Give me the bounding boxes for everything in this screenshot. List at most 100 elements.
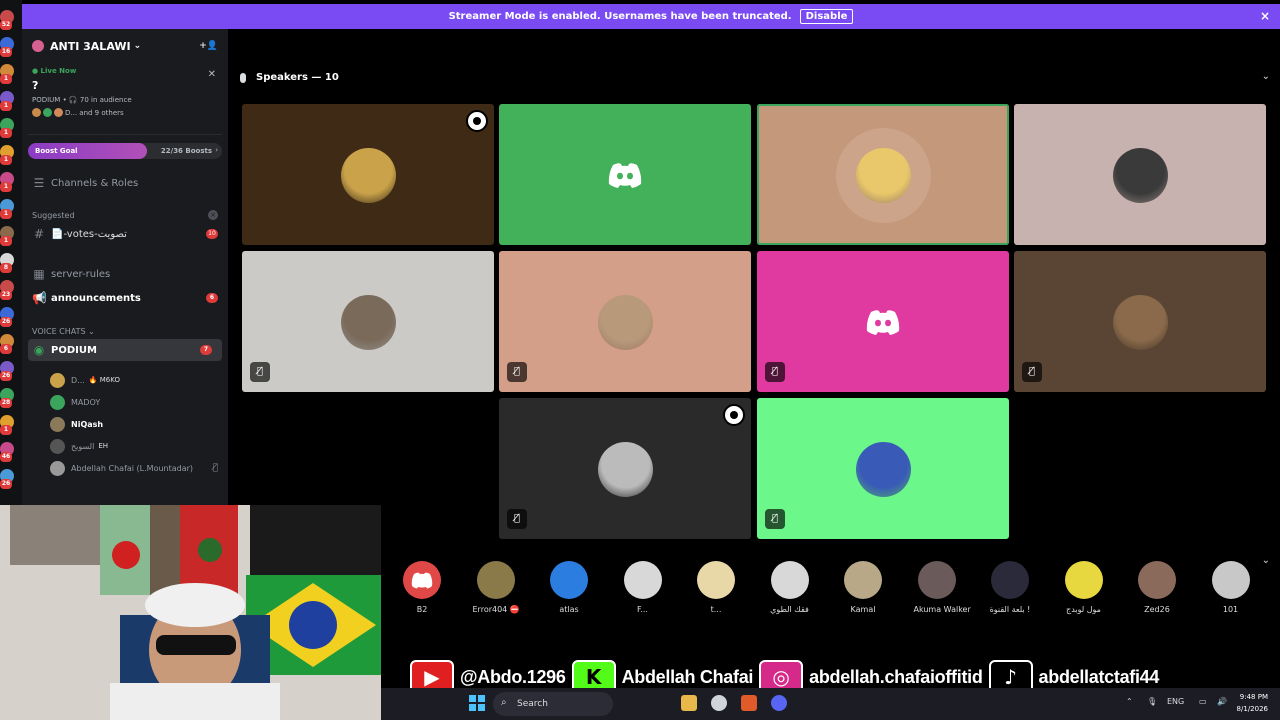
- voice-user-name: Abdellah Chafai (L.Mountadar): [71, 463, 194, 473]
- live-now-card[interactable]: ● Live Now ? PODIUM • 🎧 70 in audience D…: [28, 63, 222, 135]
- speaker-tile[interactable]: 🎙̸: [499, 398, 751, 539]
- audience-member[interactable]: Zed26: [1134, 561, 1180, 614]
- discord-taskbar-icon[interactable]: [771, 695, 787, 711]
- unread-badge: 1: [0, 425, 12, 435]
- speaker-tile[interactable]: [242, 104, 494, 245]
- audience-member[interactable]: B2: [399, 561, 445, 614]
- boost-count: 22/36 Boosts: [160, 147, 212, 155]
- avatar: [598, 441, 653, 497]
- voice-user-name: D...: [71, 375, 85, 385]
- volume-icon[interactable]: 🔊: [1217, 697, 1227, 706]
- disable-button[interactable]: Disable: [799, 9, 854, 24]
- audience-name: t...: [710, 605, 722, 614]
- unread-badge: 46: [0, 452, 12, 462]
- streamer-mode-banner: Streamer Mode is enabled. Usernames have…: [22, 4, 1280, 29]
- voice-chats-header[interactable]: VOICE CHATS ⌄: [22, 323, 228, 339]
- voice-user-tag: EH: [98, 442, 109, 450]
- avatar: [50, 416, 65, 432]
- voice-user[interactable]: D... 🔥 M6KO: [22, 369, 228, 391]
- chevron-down-icon[interactable]: ⌄: [1262, 555, 1270, 566]
- voice-user[interactable]: MADOY: [22, 391, 228, 413]
- server-icon: [32, 40, 44, 52]
- channel-server-rules[interactable]: ▦ server-rules: [22, 263, 228, 285]
- voice-user[interactable]: السويح EH: [22, 435, 228, 457]
- muted-icon: 🎙̸: [765, 362, 785, 382]
- system-clock[interactable]: 9:48 PM 8/1/2026: [1237, 691, 1268, 715]
- audience-member[interactable]: atlas: [546, 561, 592, 614]
- moderator-icon: [466, 110, 488, 132]
- server-header[interactable]: ANTI 3ALAWI ⌄ +👤: [22, 29, 228, 63]
- channel-votes[interactable]: # 📄-votes-تصويت 10: [22, 223, 228, 245]
- speaker-tile[interactable]: 🎙̸: [757, 398, 1009, 539]
- audience-name: Zed26: [1144, 605, 1170, 614]
- search-label: Search: [517, 699, 548, 709]
- avatar: [991, 561, 1029, 599]
- clock-time: 9:48 PM: [1239, 693, 1268, 701]
- speaker-tile[interactable]: 🎙̸: [1014, 251, 1266, 392]
- chevron-down-icon[interactable]: ⌄: [1262, 71, 1270, 82]
- add-member-icon[interactable]: +👤: [199, 41, 218, 51]
- audience-name: مول لوبدج: [1066, 605, 1101, 614]
- windows-start-icon[interactable]: [469, 695, 485, 711]
- language-indicator[interactable]: ENG: [1167, 697, 1184, 706]
- channels-roles-link[interactable]: ☰ Channels & Roles: [22, 171, 228, 195]
- audience-member[interactable]: Kamal: [840, 561, 886, 614]
- avatar: [403, 561, 441, 599]
- avatar: [54, 108, 63, 117]
- avatar: [476, 561, 515, 599]
- screen: 52 16 1 1 1 1 1 1 1 8 23 26 6 26 28 1 46 26 Streamer Mode…: [0, 0, 1280, 720]
- live-participants: D... and 9 others: [32, 108, 218, 117]
- stage-view: Speakers — 10 ⌄ 🎙̸ 🎙̸ 🎙̸ 🎙̸ 🎙̸ 🎙̸ ⌄: [228, 29, 1280, 720]
- speaker-tile[interactable]: [757, 104, 1009, 245]
- audience-member[interactable]: فقك الطوي: [767, 561, 813, 614]
- voice-chats-label: VOICE CHATS ⌄: [32, 326, 95, 336]
- channel-name: server-rules: [51, 268, 111, 280]
- file-explorer-icon[interactable]: [681, 695, 697, 711]
- muted-icon: 🎙̸: [250, 362, 270, 382]
- audience-member[interactable]: Error404 ⛔: [473, 561, 520, 614]
- discord-logo-icon: [411, 572, 433, 589]
- search-icon: ⌕: [501, 697, 507, 708]
- clock-date: 8/1/2026: [1236, 705, 1268, 713]
- brave-icon[interactable]: [741, 695, 757, 711]
- speaker-tile[interactable]: [1014, 104, 1266, 245]
- close-icon[interactable]: ✕: [208, 69, 216, 80]
- close-icon[interactable]: ×: [208, 210, 218, 220]
- voice-user[interactable]: NiQash: [22, 413, 228, 435]
- avatar: [50, 460, 65, 476]
- audience-member[interactable]: F...: [620, 561, 666, 614]
- live-title: ?: [32, 79, 39, 92]
- boost-goal-bar[interactable]: Boost Goal 22/36 Boosts ›: [28, 143, 222, 159]
- live-info: PODIUM • 🎧 70 in audience: [32, 96, 132, 104]
- audience-member[interactable]: 101: [1208, 561, 1254, 614]
- audience-member[interactable]: t...: [693, 561, 739, 614]
- unread-badge: 1: [0, 155, 12, 165]
- voice-user[interactable]: Abdellah Chafai (L.Mountadar) 🎙̸: [22, 457, 228, 479]
- network-icon[interactable]: ▭: [1199, 697, 1207, 706]
- channel-icon: ▦: [33, 267, 45, 281]
- unread-badge: 8: [0, 263, 12, 273]
- speaker-tile[interactable]: 🎙̸: [499, 251, 751, 392]
- audience-name: بلعة القنوة !: [989, 605, 1031, 614]
- audience-member[interactable]: Akuma Walker: [914, 561, 971, 614]
- audience-member[interactable]: مول لوبدج: [1061, 561, 1107, 614]
- server-name: ANTI 3ALAWI: [50, 39, 131, 53]
- speaker-tile[interactable]: 🎙̸: [757, 251, 1009, 392]
- channel-announcements[interactable]: 📢 announcements 6: [22, 287, 228, 309]
- voice-channel-podium[interactable]: ◉ PODIUM 7: [28, 339, 222, 361]
- speaker-tile[interactable]: [499, 104, 751, 245]
- microphone-icon[interactable]: 🎙: [1147, 697, 1157, 706]
- chrome-icon[interactable]: [711, 695, 727, 711]
- muted-icon: 🎙̸: [765, 509, 785, 529]
- social-handle: abdellatctafi44: [1038, 666, 1160, 687]
- chevron-up-icon[interactable]: ⌃: [1126, 697, 1133, 706]
- channel-sidebar: ANTI 3ALAWI ⌄ +👤 ● Live Now ? PODIUM • 🎧…: [22, 29, 228, 509]
- voice-user-name: NiQash: [71, 419, 104, 429]
- taskbar-search[interactable]: ⌕ Search: [493, 692, 613, 716]
- audience-member[interactable]: بلعة القنوة !: [987, 561, 1033, 614]
- avatar: [1064, 561, 1103, 599]
- avatar: [856, 147, 911, 203]
- close-icon[interactable]: ×: [1260, 9, 1270, 23]
- speaker-tile[interactable]: 🎙̸: [242, 251, 494, 392]
- suggested-header: Suggested ×: [22, 207, 228, 223]
